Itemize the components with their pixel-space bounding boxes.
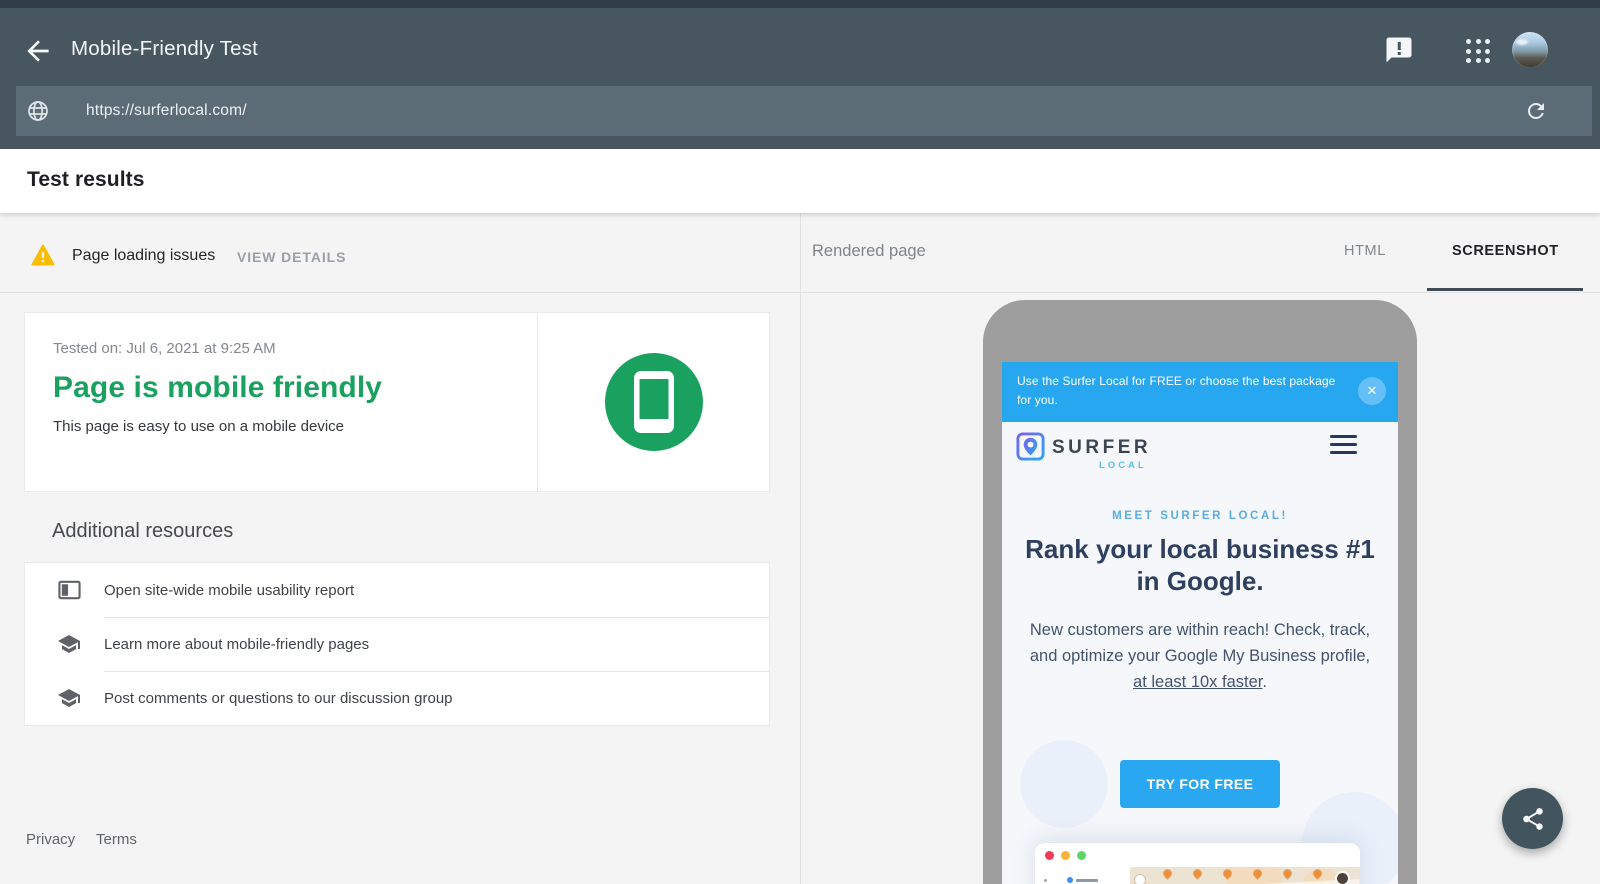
- usability-report-icon: [25, 563, 104, 617]
- site-body-text: New customers are within reach! Check, t…: [1029, 621, 1371, 692]
- result-card-text: Tested on: Jul 6, 2021 at 9:25 AM Page i…: [25, 313, 537, 491]
- school-icon: [25, 617, 104, 671]
- browser-window-mockup: [1035, 843, 1360, 884]
- resource-label: Post comments or questions to our discus…: [104, 690, 453, 707]
- brand-name: SURFER: [1052, 437, 1152, 458]
- verdict-heading: Page is mobile friendly: [53, 371, 383, 404]
- promo-banner-text: Use the Surfer Local for FREE or choose …: [1017, 374, 1336, 408]
- verdict-description: This page is easy to use on a mobile dev…: [53, 418, 344, 435]
- apps-grid-button[interactable]: [1464, 37, 1496, 69]
- tab-html[interactable]: HTML: [1344, 243, 1386, 259]
- tested-on-label: Tested on: Jul 6, 2021 at 9:25 AM: [53, 340, 276, 357]
- brand-subtitle: LOCAL: [1099, 460, 1147, 471]
- share-icon: [1522, 807, 1543, 830]
- map-zoom-control: [1135, 875, 1145, 884]
- resources-card: Open site-wide mobile usability report L…: [24, 562, 770, 726]
- refresh-button[interactable]: [1524, 99, 1548, 123]
- resource-item-usability-report[interactable]: Open site-wide mobile usability report: [25, 563, 769, 617]
- result-card: Tested on: Jul 6, 2021 at 9:25 AM Page i…: [24, 312, 770, 492]
- active-tab-indicator: [1427, 288, 1583, 291]
- smartphone-icon: [633, 371, 674, 433]
- traffic-light-yellow: [1061, 851, 1070, 860]
- browser-mockup-content: [1035, 867, 1360, 884]
- decorative-circle: [1020, 740, 1108, 828]
- rendered-page-label: Rendered page: [812, 242, 926, 260]
- warning-icon: [31, 244, 55, 266]
- try-for-free-button[interactable]: TRY FOR FREE: [1120, 760, 1280, 808]
- resource-item-discussion-group[interactable]: Post comments or questions to our discus…: [25, 671, 769, 725]
- apps-grid-icon: [1464, 37, 1496, 65]
- url-row: https://surferlocal.com/: [0, 86, 1600, 136]
- url-bar[interactable]: https://surferlocal.com/: [16, 86, 1592, 136]
- site-body-link[interactable]: at least 10x faster: [1133, 673, 1262, 691]
- url-text: https://surferlocal.com/: [86, 102, 247, 119]
- test-results-bar: Test results: [0, 149, 1600, 213]
- site-header: SURFER LOCAL: [1002, 422, 1398, 480]
- traffic-light-red: [1045, 851, 1054, 860]
- feedback-icon: [1386, 37, 1412, 63]
- school-icon: [25, 671, 104, 725]
- account-avatar[interactable]: [1512, 32, 1548, 68]
- app-title: Mobile-Friendly Test: [71, 37, 259, 60]
- mockup-map: [1120, 867, 1360, 884]
- resource-label: Learn more about mobile-friendly pages: [104, 636, 370, 653]
- map-avatar-marker: [1337, 873, 1348, 884]
- privacy-link[interactable]: Privacy: [26, 831, 75, 848]
- phone-mockup-frame: Use the Surfer Local for FREE or choose …: [983, 300, 1417, 884]
- back-button[interactable]: [22, 35, 54, 67]
- resources-title: Additional resources: [52, 520, 234, 542]
- promo-banner: Use the Surfer Local for FREE or choose …: [1002, 362, 1398, 422]
- close-icon: ✕: [1366, 382, 1378, 398]
- hamburger-menu-icon[interactable]: [1330, 435, 1357, 454]
- resource-item-learn-more[interactable]: Learn more about mobile-friendly pages: [25, 617, 769, 671]
- globe-icon: [28, 101, 48, 121]
- arrow-left-icon: [27, 40, 49, 62]
- banner-close-button[interactable]: ✕: [1358, 377, 1386, 405]
- phone-screenshot: Use the Surfer Local for FREE or choose …: [1002, 362, 1398, 884]
- site-eyebrow: MEET SURFER LOCAL!: [1112, 510, 1288, 522]
- tab-screenshot[interactable]: SCREENSHOT: [1452, 243, 1559, 259]
- result-card-badge-area: [537, 313, 769, 491]
- mockup-sidebar: [1035, 867, 1130, 884]
- share-button[interactable]: [1502, 788, 1563, 849]
- site-heading: Rank your local business #1 in Google.: [1025, 534, 1375, 596]
- view-details-link[interactable]: VIEW DETAILS: [237, 249, 346, 265]
- mobile-friendly-badge: [604, 353, 703, 451]
- resource-label: Open site-wide mobile usability report: [104, 581, 355, 599]
- terms-link[interactable]: Terms: [96, 831, 137, 848]
- app-header: Mobile-Friendly Test: [0, 8, 1600, 86]
- status-strip: [0, 0, 1600, 8]
- feedback-button[interactable]: [1384, 35, 1416, 67]
- traffic-light-green: [1077, 851, 1086, 860]
- page-title: Test results: [27, 168, 145, 191]
- surfer-local-logo-icon: [1016, 432, 1045, 461]
- app-header-bottom-strip: [0, 136, 1600, 149]
- panel-divider: [800, 213, 801, 884]
- refresh-icon: [1528, 103, 1544, 119]
- warning-label: Page loading issues: [72, 247, 216, 264]
